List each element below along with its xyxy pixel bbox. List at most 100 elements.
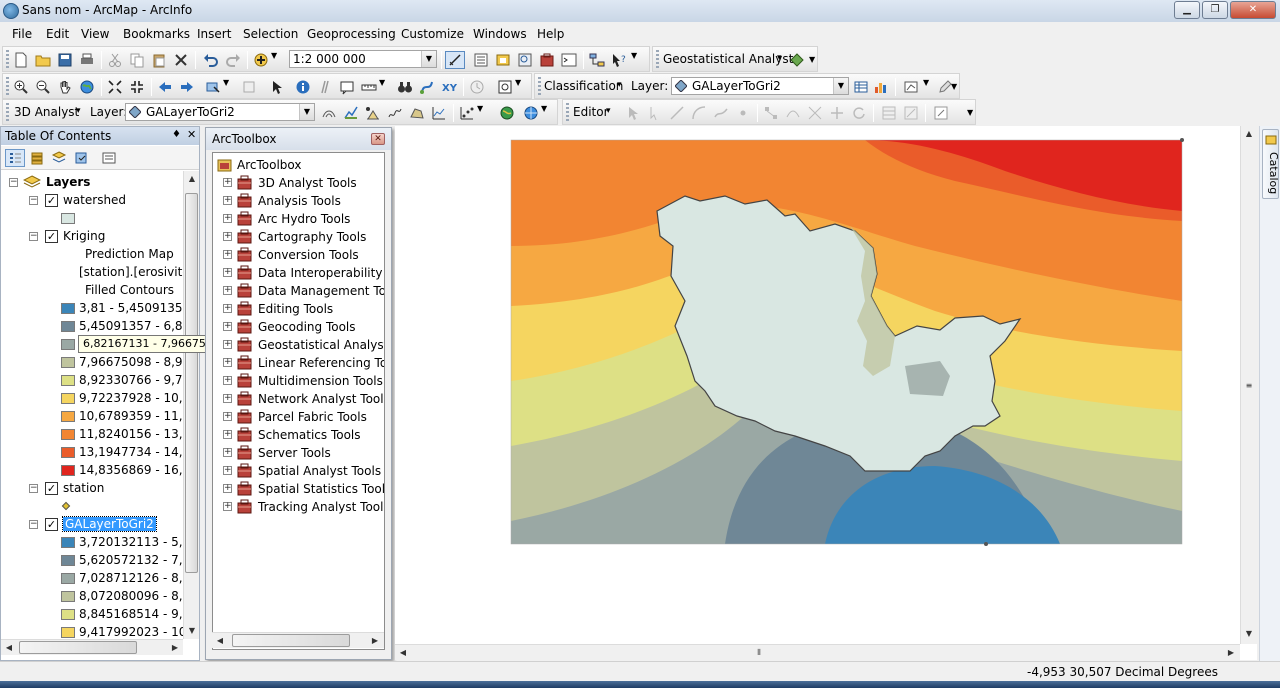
toc-layer-name[interactable]: station	[63, 481, 104, 495]
add-data-icon[interactable]	[253, 52, 269, 68]
line-of-sight-icon[interactable]	[365, 105, 381, 121]
find-binoculars-icon[interactable]	[397, 79, 413, 95]
arctoolbox-scroll-thumb[interactable]	[232, 634, 350, 647]
expand-icon[interactable]: +	[223, 394, 232, 403]
menu-bookmarks[interactable]: Bookmarks	[123, 27, 190, 41]
new-document-icon[interactable]	[13, 52, 29, 68]
collapse-icon[interactable]: −	[9, 178, 18, 187]
forward-arrow-icon[interactable]	[179, 79, 195, 95]
legend-class-label[interactable]: 10,6789359 - 11,8240156	[79, 409, 183, 423]
list-by-visibility-icon[interactable]	[51, 150, 67, 166]
legend-class-label[interactable]: 3,81 - 5,45091357	[79, 301, 183, 315]
create-viewer-window-icon[interactable]	[497, 79, 513, 95]
undo-icon[interactable]	[203, 52, 219, 68]
expand-icon[interactable]: +	[223, 502, 232, 511]
catalog-tab[interactable]: Catalog	[1262, 129, 1280, 199]
scroll-right-arrow-icon[interactable]: ▶	[367, 633, 383, 649]
table-of-contents-icon[interactable]	[473, 52, 489, 68]
legend-class-label[interactable]: 13,1947734 - 14,8356869	[79, 445, 183, 459]
layer-visibility-checkbox[interactable]: ✓	[45, 230, 58, 243]
editor-menu[interactable]: Editor	[573, 105, 609, 119]
kriging-prediction-surface[interactable]	[395, 126, 1257, 660]
legend-class-label[interactable]: 7,96675098 - 8,92330766	[79, 355, 183, 369]
menu-geoprocessing[interactable]: Geoprocessing	[307, 27, 396, 41]
go-to-xy-icon[interactable]: XY	[441, 79, 457, 95]
expand-icon[interactable]: +	[223, 214, 232, 223]
arcglobe-icon[interactable]	[523, 105, 539, 121]
straight-segment-icon[interactable]	[669, 105, 685, 121]
steepest-path-icon[interactable]	[343, 105, 359, 121]
legend-class-label[interactable]: 9,72237928 - 10,6789359	[79, 391, 183, 405]
trace-icon[interactable]	[713, 105, 729, 121]
scroll-down-arrow-icon[interactable]: ▼	[1241, 626, 1257, 642]
menu-help[interactable]: Help	[537, 27, 564, 41]
horizontal-scroll-grip-icon[interactable]: ⦀	[751, 645, 767, 661]
viewer-dropdown[interactable]: ▼	[515, 78, 521, 87]
arctoolbox-item[interactable]: + Data Management Tools	[213, 282, 384, 300]
save-icon[interactable]	[57, 52, 73, 68]
class-table-icon[interactable]	[853, 79, 869, 95]
map-data-view[interactable]: ▲ ≡ ▼ ◀ ⦀ ▶	[395, 126, 1257, 660]
toc-layer-name[interactable]: Kriging	[63, 229, 105, 243]
close-icon[interactable]: ✕	[187, 128, 196, 141]
edit-annotation-icon[interactable]	[647, 105, 663, 121]
arctoolbox-item[interactable]: + Multidimension Tools	[213, 372, 384, 390]
toc-horizontal-scroll-thumb[interactable]	[19, 641, 137, 654]
arctoolbox-item[interactable]: + Geostatistical Analyst Tools	[213, 336, 384, 354]
station-point[interactable]	[984, 542, 988, 546]
cut-polygons-icon[interactable]	[807, 105, 823, 121]
arctoolbox-item[interactable]: + Data Interoperability Tools	[213, 264, 384, 282]
arctoolbox-item[interactable]: + Spatial Statistics Tools	[213, 480, 384, 498]
expand-icon[interactable]: +	[223, 466, 232, 475]
geostatistical-analyst-menu[interactable]: Geostatistical Analyst	[663, 52, 793, 66]
legend-class-label[interactable]: 5,620572132 - 7,028712126	[79, 553, 183, 567]
expand-icon[interactable]: +	[223, 232, 232, 241]
layer-visibility-checkbox[interactable]: ✓	[45, 482, 58, 495]
cut-icon[interactable]	[107, 52, 123, 68]
list-by-selection-icon[interactable]	[73, 150, 89, 166]
edit-tool-arrow-icon[interactable]	[625, 105, 641, 121]
toc-options-icon[interactable]	[101, 150, 117, 166]
menu-selection[interactable]: Selection	[243, 27, 298, 41]
toolbar-grip[interactable]	[566, 103, 569, 123]
expand-icon[interactable]: +	[223, 322, 232, 331]
fixed-zoom-out-icon[interactable]	[129, 79, 145, 95]
find-route-icon[interactable]	[419, 79, 435, 95]
legend-class-label[interactable]: 8,92330766 - 9,72237928	[79, 373, 183, 387]
point-profile-icon[interactable]	[459, 105, 475, 121]
expand-icon[interactable]: +	[223, 286, 232, 295]
clear-selection-icon[interactable]	[241, 79, 257, 95]
arctoolbox-icon[interactable]	[539, 52, 555, 68]
expand-icon[interactable]: +	[223, 448, 232, 457]
editor-toolbar-toggle-icon[interactable]	[445, 51, 465, 69]
pin-icon[interactable]: ♦	[172, 129, 181, 140]
model-builder-icon[interactable]	[589, 52, 605, 68]
time-slider-icon[interactable]	[469, 79, 485, 95]
zoom-out-icon[interactable]	[35, 79, 51, 95]
expand-icon[interactable]: +	[223, 484, 232, 493]
toolbar-grip[interactable]	[6, 103, 9, 123]
close-window-button[interactable]: ✕	[1230, 1, 1276, 19]
arctoolbox-item[interactable]: + Conversion Tools	[213, 246, 384, 264]
toc-horizontal-scrollbar[interactable]: ◀ ▶	[1, 639, 183, 655]
arctoolbox-item[interactable]: + Geocoding Tools	[213, 318, 384, 336]
legend-class-label[interactable]: 11,8240156 - 13,1947734	[79, 427, 183, 441]
select-elements-arrow-icon[interactable]	[269, 79, 285, 95]
toolbar-options-chevron[interactable]: ▼	[631, 51, 637, 60]
3d-analyst-menu[interactable]: 3D Analyst	[14, 105, 79, 119]
menu-edit[interactable]: Edit	[46, 27, 69, 41]
search-window-icon[interactable]	[517, 52, 533, 68]
zoom-in-icon[interactable]	[13, 79, 29, 95]
map-horizontal-scrollbar[interactable]: ◀ ⦀ ▶	[395, 644, 1240, 660]
arctoolbox-item[interactable]: + Analysis Tools	[213, 192, 384, 210]
restore-button[interactable]: ❐	[1202, 1, 1228, 19]
back-arrow-icon[interactable]	[157, 79, 173, 95]
hyperlink-icon[interactable]	[317, 79, 333, 95]
toolbar-grip[interactable]	[656, 50, 659, 70]
arcscene-globe-icon[interactable]	[499, 105, 515, 121]
expand-icon[interactable]: +	[223, 196, 232, 205]
station-point[interactable]	[1180, 138, 1184, 142]
toc-layers-root[interactable]: Layers	[46, 175, 90, 189]
menu-file[interactable]: File	[12, 27, 32, 41]
toc-vertical-scrollbar[interactable]: ▲ ▼	[183, 171, 199, 639]
